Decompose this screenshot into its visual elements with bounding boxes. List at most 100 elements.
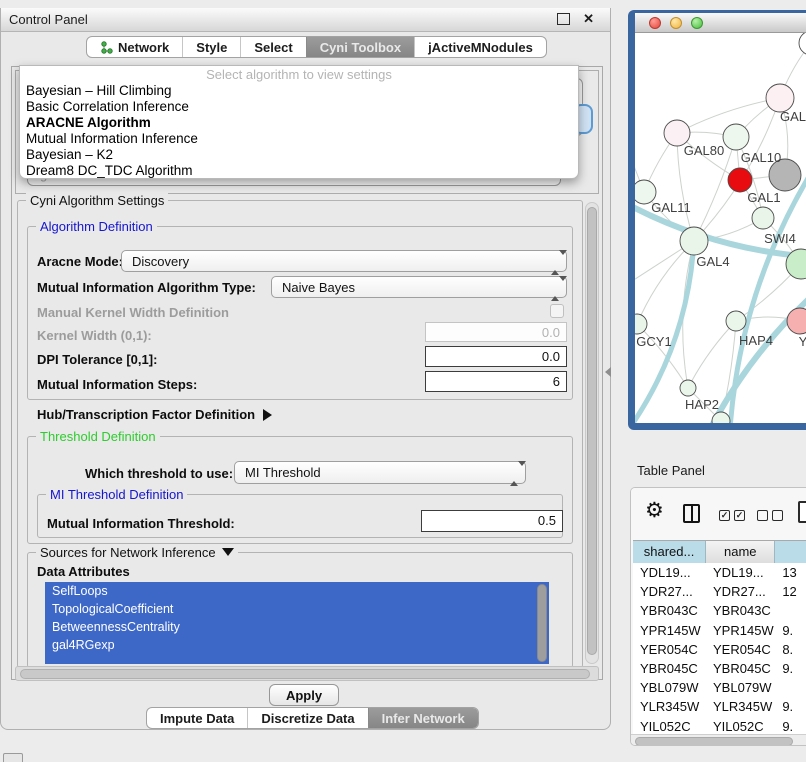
unchecked-checkbox-icon[interactable]: [772, 510, 783, 521]
column-header-name[interactable]: name: [706, 541, 775, 563]
cyni-algorithm-settings-legend: Cyni Algorithm Settings: [26, 193, 168, 208]
table-row[interactable]: YER054CYER054C8.: [633, 640, 806, 659]
table-cell: YDR27...: [706, 582, 775, 601]
zoom-traffic-light[interactable]: [691, 17, 703, 29]
dropdown-item-dream8-dc-tdc-algorithm[interactable]: Dream8 DC_TDC Algorithm: [20, 163, 578, 179]
manual-kernel-width-checkbox[interactable]: [550, 304, 564, 318]
table-row[interactable]: YIL052CYIL052C9.: [633, 717, 806, 736]
table-row[interactable]: YBR043CYBR043C: [633, 601, 806, 620]
tab-select[interactable]: Select: [240, 37, 305, 57]
table-row[interactable]: YBR045CYBR045C9.: [633, 659, 806, 678]
dropdown-item-basic-correlation-inference[interactable]: Basic Correlation Inference: [20, 99, 578, 115]
mi-algorithm-type-label: Mutual Information Algorithm Type:: [37, 280, 256, 295]
settings-vertical-scrollbar[interactable]: [585, 202, 599, 664]
data-attributes-list[interactable]: SelfLoopsTopologicalCoefficientBetweenne…: [45, 582, 549, 664]
network-node[interactable]: [728, 168, 752, 192]
float-window-icon[interactable]: [557, 13, 570, 25]
table-cell: 13: [775, 563, 806, 582]
control-panel-titlebar[interactable]: Control Panel ✕: [1, 8, 610, 32]
which-threshold-select[interactable]: MI Threshold: [234, 461, 526, 484]
node-label-gal10: GAL10: [741, 150, 781, 165]
docked-panel-icon[interactable]: [3, 753, 23, 762]
table-row[interactable]: YDR27...YDR27...12: [633, 582, 806, 601]
table-cell: 12: [775, 582, 806, 601]
mi-algorithm-type-select[interactable]: Naive Bayes: [271, 276, 567, 298]
table-horizontal-scrollbar[interactable]: [631, 734, 806, 746]
panel-collapse-handle[interactable]: [605, 367, 611, 377]
control-panel-window: Control Panel ✕ NetworkStyleSelectCyni T…: [0, 8, 611, 730]
data-attributes-label: Data Attributes: [37, 564, 130, 579]
network-node[interactable]: [766, 84, 794, 112]
network-node-gal4[interactable]: [680, 227, 708, 255]
settings-horizontal-scrollbar[interactable]: [15, 666, 599, 681]
screen: Control Panel ✕ NetworkStyleSelectCyni T…: [0, 0, 806, 762]
network-node-hap2[interactable]: [680, 380, 696, 396]
unchecked-checkbox-icon[interactable]: [757, 510, 768, 521]
table-cell: 9.: [775, 659, 806, 678]
attribute-item-selfloops[interactable]: SelfLoops: [45, 582, 549, 600]
dropdown-item-bayesian-hill-climbing[interactable]: Bayesian – Hill Climbing: [20, 83, 578, 99]
tab-jactivemnodules[interactable]: jActiveMNodules: [414, 37, 546, 57]
table-row[interactable]: YDL19...YDL19...13: [633, 563, 806, 582]
checked-checkbox-icon[interactable]: ✓: [734, 510, 745, 521]
table-row[interactable]: YBL079WYBL079W: [633, 678, 806, 697]
control-panel-tab-bar: NetworkStyleSelectCyni ToolboxjActiveMNo…: [86, 36, 547, 58]
network-node-y[interactable]: [787, 308, 806, 334]
tab-cyni-toolbox[interactable]: Cyni Toolbox: [306, 37, 414, 57]
table-row[interactable]: YPR145WYPR145W9.: [633, 621, 806, 640]
table-cell: YBR043C: [706, 601, 775, 620]
node-label-gal4: GAL4: [696, 254, 729, 269]
table-cell: YER054C: [633, 640, 706, 659]
network-graph: GAL80GAL10GAL11GAL1GAL4SWI4GCY1HAP4YHAP2…: [635, 33, 806, 423]
dpi-tolerance-input[interactable]: 0.0: [425, 346, 567, 367]
dropdown-item-aracne-algorithm[interactable]: ARACNE Algorithm: [20, 115, 578, 131]
split-columns-icon[interactable]: [683, 504, 700, 523]
checked-checkbox-icon[interactable]: ✓: [719, 510, 730, 521]
document-icon[interactable]: [798, 501, 806, 523]
mi-steps-input[interactable]: 6: [425, 371, 567, 392]
attribute-item-gal4rgexp[interactable]: gal4RGexp: [45, 636, 549, 654]
network-node-gal1[interactable]: [752, 207, 774, 229]
network-node-hap4[interactable]: [726, 311, 746, 331]
close-traffic-light[interactable]: [649, 17, 661, 29]
gear-icon[interactable]: ⚙: [645, 498, 664, 523]
column-header-hidden[interactable]: [775, 541, 806, 563]
tab-infer-network[interactable]: Infer Network: [368, 708, 478, 728]
mi-threshold-input[interactable]: 0.5: [421, 510, 563, 532]
network-node-gcy1[interactable]: [635, 314, 647, 334]
node-label-hap4: HAP4: [739, 333, 773, 348]
apply-button[interactable]: Apply: [269, 684, 339, 706]
hub-definition-label: Hub/Transcription Factor Definition: [37, 407, 255, 422]
column-header-shared[interactable]: shared...: [633, 541, 706, 563]
dropdown-item-bayesian-k2[interactable]: Bayesian – K2: [20, 147, 578, 163]
dropdown-item-mutual-information-inference[interactable]: Mutual Information Inference: [20, 131, 578, 147]
table-cell: YBL079W: [633, 678, 706, 697]
tab-discretize-data[interactable]: Discretize Data: [247, 708, 367, 728]
close-icon[interactable]: ✕: [583, 11, 594, 27]
attribute-item-betweennesscentrality[interactable]: BetweennessCentrality: [45, 618, 549, 636]
attribute-list-scrollbar[interactable]: [537, 584, 547, 662]
tab-style[interactable]: Style: [182, 37, 240, 57]
table-cell: YBR043C: [633, 601, 706, 620]
network-canvas[interactable]: GAL80GAL10GAL11GAL1GAL4SWI4GCY1HAP4YHAP2…: [635, 33, 806, 423]
kernel-width-input[interactable]: 0.0: [425, 322, 567, 342]
network-node[interactable]: [712, 412, 730, 423]
table-toolbar: ⚙ ✓ ✓: [631, 488, 806, 540]
tab-impute-data[interactable]: Impute Data: [147, 708, 247, 728]
tab-network[interactable]: Network: [87, 37, 182, 57]
network-node[interactable]: [799, 33, 806, 55]
hub-definition-disclosure[interactable]: Hub/Transcription Factor Definition: [37, 407, 272, 422]
table-cell: YLR345W: [633, 697, 706, 716]
sources-legend[interactable]: Sources for Network Inference: [36, 545, 238, 560]
aracne-mode-select[interactable]: Discovery: [121, 250, 567, 272]
threshold-definition-legend: Threshold Definition: [36, 429, 160, 444]
node-label-gcy1: GCY1: [636, 334, 671, 349]
network-window-titlebar[interactable]: [635, 13, 806, 33]
network-node-gal10[interactable]: [723, 124, 749, 150]
table-cell: YBR045C: [633, 659, 706, 678]
mi-steps-label: Mutual Information Steps:: [37, 377, 197, 392]
minimize-traffic-light[interactable]: [670, 17, 682, 29]
attribute-item-topologicalcoefficient[interactable]: TopologicalCoefficient: [45, 600, 549, 618]
table-cell: YIL052C: [706, 717, 775, 736]
table-row[interactable]: YLR345WYLR345W9.: [633, 697, 806, 716]
